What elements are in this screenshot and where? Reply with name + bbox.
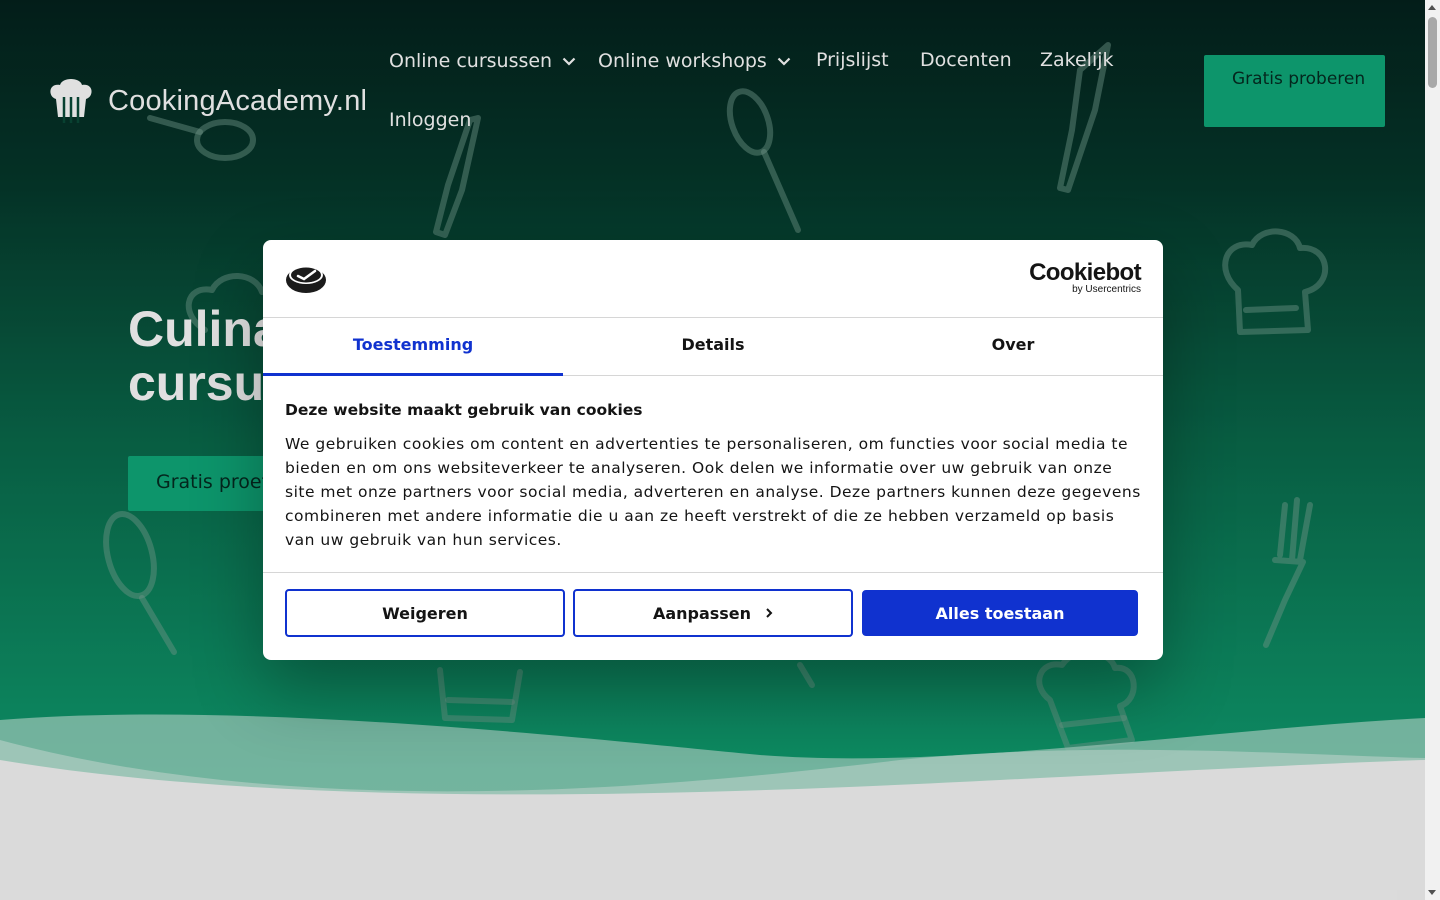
chevron-right-icon [766, 608, 773, 618]
dialog-text: We gebruiken cookies om content en adver… [285, 435, 1141, 549]
customize-button[interactable]: Aanpassen [573, 589, 853, 637]
deny-label: Weigeren [382, 603, 468, 623]
allow-all-label: Alles toestaan [935, 603, 1065, 623]
vendor-sub: by Usercentrics [1072, 284, 1141, 295]
dialog-heading: Deze website maakt gebruik van cookies [285, 401, 643, 419]
customize-label: Aanpassen [652, 603, 752, 623]
tab-details[interactable]: Details [563, 318, 863, 375]
dialog-tabs: Toestemming Details Over [263, 318, 1163, 376]
scroll-thumb[interactable] [1428, 17, 1437, 88]
cookiebot-branding[interactable]: Cookiebot by Usercentrics [1029, 259, 1142, 295]
deny-button[interactable]: Weigeren [285, 589, 565, 637]
allow-all-button[interactable]: Alles toestaan [862, 590, 1138, 636]
dialog-actions: Weigeren Aanpassen Alles toestaan [263, 573, 1163, 660]
tab-over[interactable]: Over [863, 318, 1163, 375]
dialog-header: Cookiebot by Usercentrics [263, 240, 1163, 318]
scroll-down-arrow[interactable] [1428, 890, 1436, 895]
cookie-consent-dialog: Cookiebot by Usercentrics Toestemming De… [263, 240, 1163, 660]
tab-toestemming[interactable]: Toestemming [263, 318, 563, 376]
page-scrollbar[interactable] [1425, 0, 1440, 900]
dialog-body: Deze website maakt gebruik van cookies W… [263, 376, 1163, 573]
scroll-up-arrow[interactable] [1428, 5, 1436, 10]
vendor-name: Cookiebot [1029, 259, 1142, 286]
cookiebot-logo-icon [286, 266, 326, 293]
